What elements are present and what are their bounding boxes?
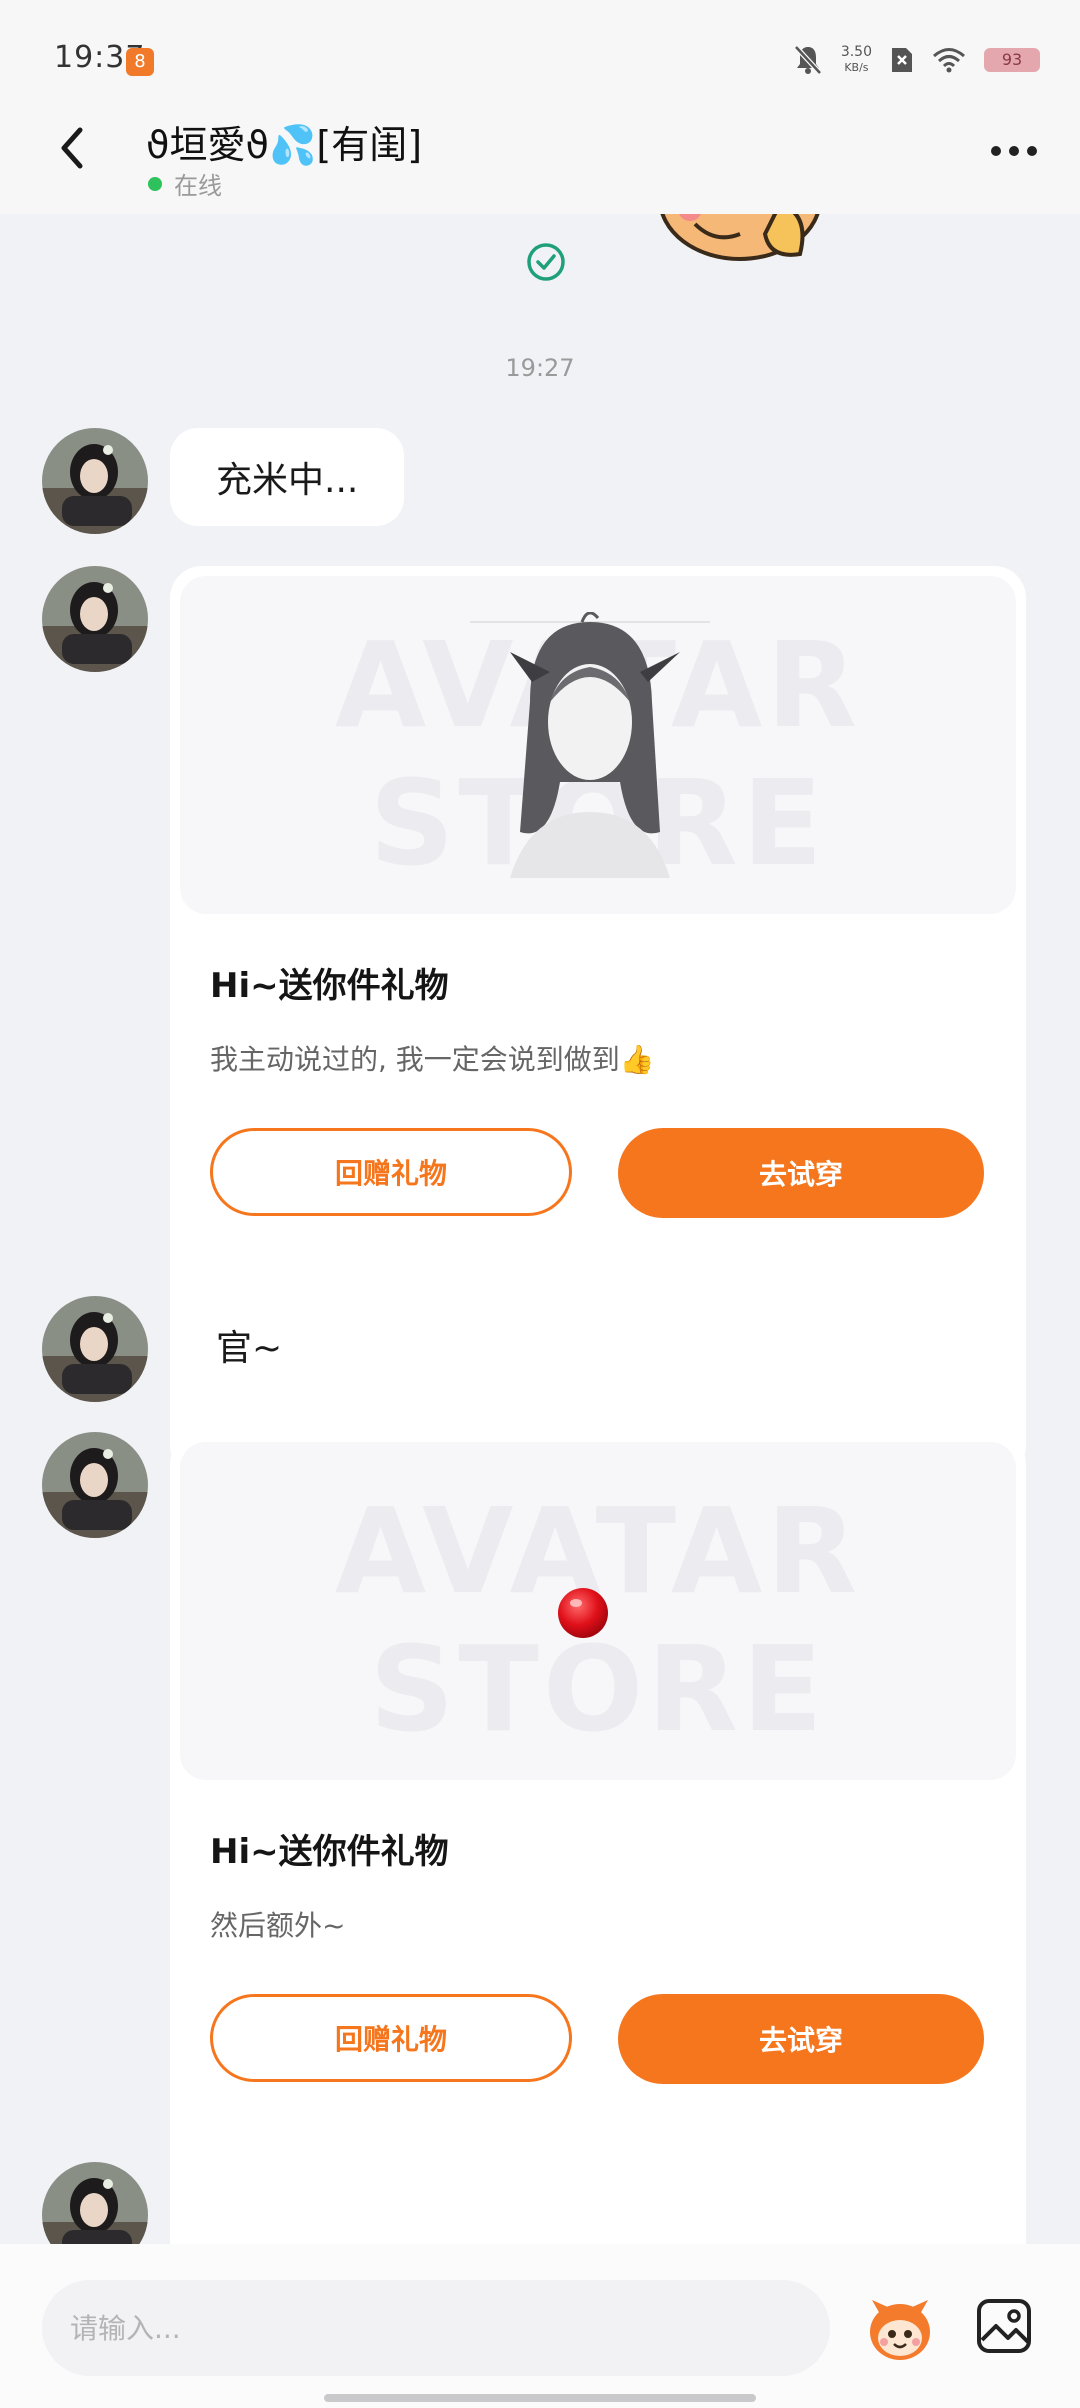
mascot-emoji-button[interactable] [862,2294,938,2364]
gift-preview[interactable]: AVATAR STORE [180,576,1016,914]
sender-avatar[interactable] [42,1296,148,1402]
gift-card-title: Hi~送你件礼物 [210,966,449,1006]
network-speed: 3.50 KB/s [840,44,872,75]
dot-icon [1009,146,1019,156]
input-bar [0,2244,1080,2408]
online-status-label: 在线 [174,172,222,200]
home-indicator[interactable] [324,2394,756,2402]
sender-avatar[interactable] [42,566,148,672]
bell-muted-icon [793,45,822,75]
avatar-image [42,428,148,534]
message-bubble[interactable]: 官~ [170,1296,329,1394]
status-icons: 3.50 KB/s 93 [793,44,1040,76]
battery-indicator: 93 [984,48,1040,72]
return-gift-button[interactable]: 回赠礼物 [210,1994,572,2082]
sender-avatar[interactable] [42,428,148,534]
dot-icon [991,146,1001,156]
app-icon: 8 [126,48,154,76]
message-input[interactable] [42,2280,830,2376]
sim-off-icon [892,48,912,72]
avatar-image [42,1296,148,1402]
gift-card-message: 我主动说过的, 我一定会说到做到👍 [210,1043,655,1076]
try-on-button[interactable]: 去试穿 [618,1128,984,1218]
monkey-sticker-icon[interactable] [640,214,840,264]
sender-avatar[interactable] [42,2162,148,2244]
chat-messages[interactable]: 19:27 充米中... AVATAR STORE [0,214,1080,2244]
hair-item-icon [470,612,710,878]
return-gift-button[interactable]: 回赠礼物 [210,1128,572,1216]
try-on-button[interactable]: 去试穿 [618,1994,984,2084]
chat-header: ϑ垣愛ϑ💦[有闺] 在线 [0,96,1080,214]
gift-card-title: Hi~送你件礼物 [210,1832,449,1872]
contact-name[interactable]: ϑ垣愛ϑ💦[有闺] [146,114,422,169]
message-bubble[interactable]: 充米中... [170,428,405,526]
online-dot-icon [148,176,162,191]
status-bar: 19:37 8 3.50 KB/s 93 [0,0,1080,96]
message-text: 充米中... [216,460,359,501]
dot-icon [1027,146,1037,156]
online-status: 在线 [148,166,222,201]
wifi-icon [933,48,965,73]
gift-card[interactable] [170,2162,1026,2244]
red-nose-item-icon [558,1588,608,1638]
avatar-image [42,1432,148,1538]
image-picker-icon[interactable] [974,2296,1034,2356]
sender-avatar[interactable] [42,1432,148,1538]
message-text: 官~ [216,1328,283,1369]
gift-preview[interactable]: AVATAR STORE [180,1442,1016,1780]
time-separator: 19:27 [505,354,575,382]
gift-card[interactable]: AVATAR STORE Hi~送你件礼物 然后额外~ 回赠礼物 去试穿 [170,1432,1026,2244]
back-button[interactable] [44,118,104,178]
avatar-image [42,566,148,672]
more-options-button[interactable] [984,136,1044,166]
gift-card-message: 然后额外~ [210,1909,346,1942]
avatar-image [42,2162,148,2244]
read-check-icon [527,243,565,281]
